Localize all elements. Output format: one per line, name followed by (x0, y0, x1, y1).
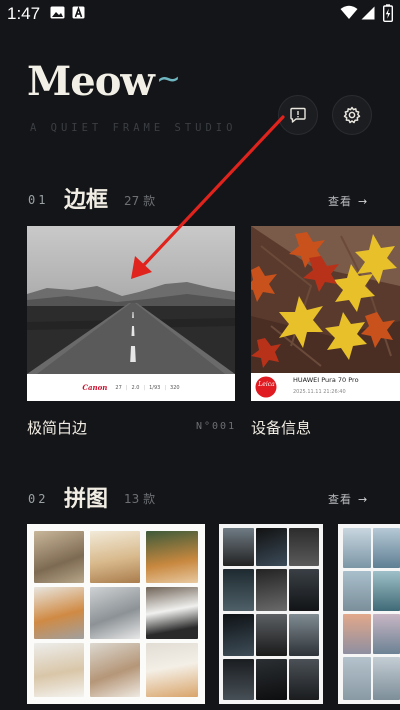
annotation-arrow (131, 115, 285, 279)
